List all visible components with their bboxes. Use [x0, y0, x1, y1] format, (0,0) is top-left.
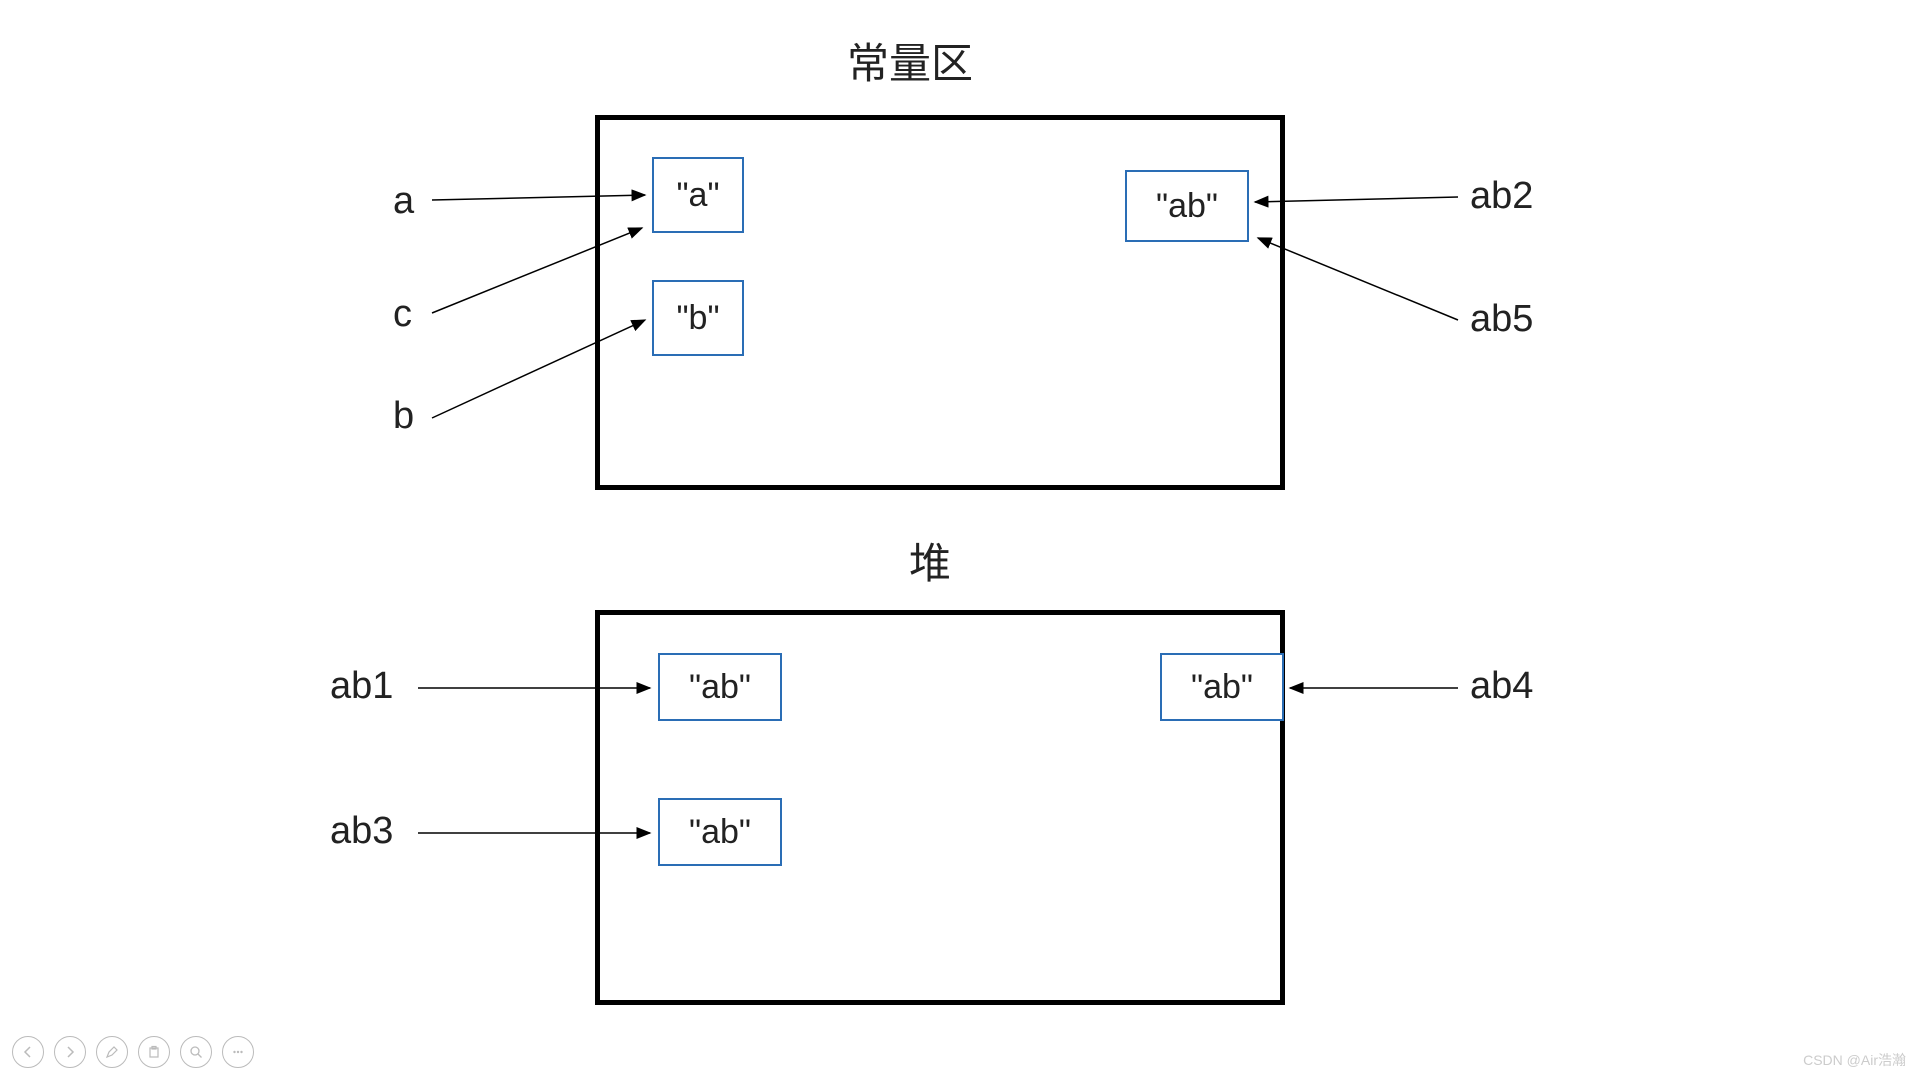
- search-icon[interactable]: [180, 1036, 212, 1068]
- title-heap: 堆: [830, 530, 1030, 591]
- var-ab2: ab2: [1470, 175, 1533, 218]
- arrow-ab5: [1258, 238, 1458, 320]
- arrow-ab2: [1255, 197, 1458, 202]
- watermark: CSDN @Air浩瀚: [1803, 1050, 1906, 1070]
- var-ab3: ab3: [330, 810, 393, 853]
- bottom-toolbar: [12, 1036, 254, 1068]
- pen-icon[interactable]: [96, 1036, 128, 1068]
- var-ab5: ab5: [1470, 298, 1533, 341]
- next-icon[interactable]: [54, 1036, 86, 1068]
- cell-const-ab: "ab": [1125, 170, 1249, 242]
- var-b: b: [393, 395, 414, 438]
- prev-icon[interactable]: [12, 1036, 44, 1068]
- var-c: c: [393, 293, 412, 336]
- clipboard-icon[interactable]: [138, 1036, 170, 1068]
- var-ab4: ab4: [1470, 665, 1533, 708]
- cell-heap-ab-rt: "ab": [1160, 653, 1284, 721]
- var-a: a: [393, 180, 414, 223]
- cell-heap-ab-lb: "ab": [658, 798, 782, 866]
- cell-const-b: "b": [652, 280, 744, 356]
- cell-heap-ab-lt: "ab": [658, 653, 782, 721]
- title-constant-pool: 常量区: [810, 30, 1010, 91]
- more-icon[interactable]: [222, 1036, 254, 1068]
- var-ab1: ab1: [330, 665, 393, 708]
- cell-const-a: "a": [652, 157, 744, 233]
